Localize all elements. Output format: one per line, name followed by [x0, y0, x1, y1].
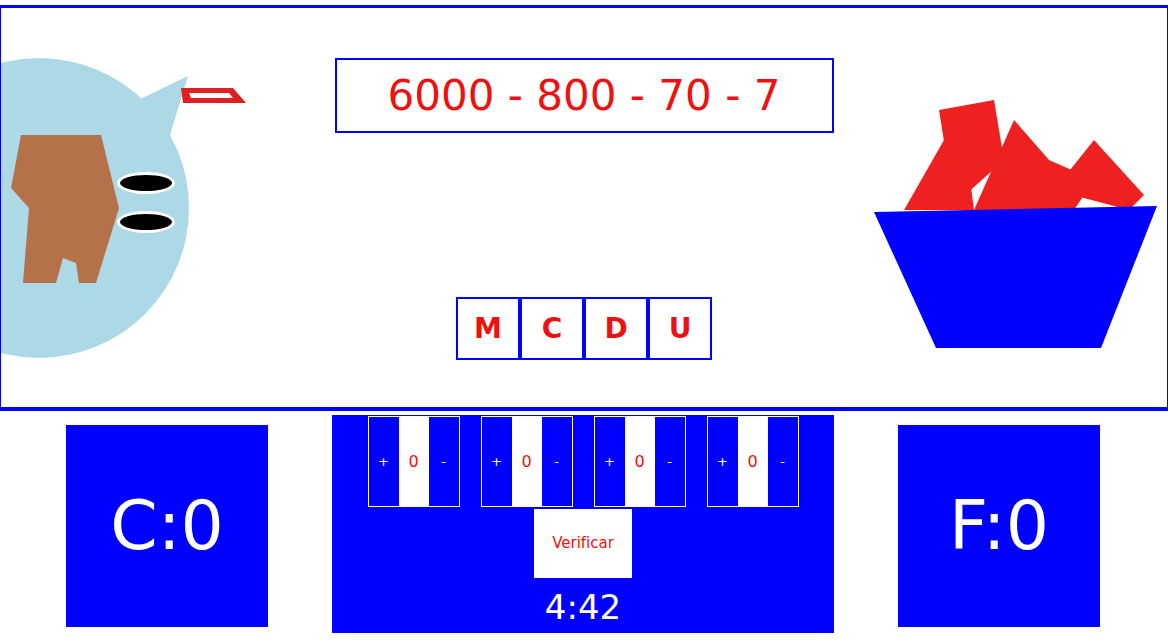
place-label: U [648, 297, 712, 360]
digit-spinner: +0- [481, 416, 573, 507]
expression-box: 6000 - 800 - 70 - 7 [335, 58, 834, 133]
increment-button[interactable]: + [369, 417, 399, 506]
decrement-button[interactable]: - [542, 417, 572, 506]
increment-button[interactable]: + [708, 417, 738, 506]
correct-score-box: C:0 [66, 425, 268, 627]
place-label: M [456, 297, 520, 360]
failed-score: F:0 [949, 475, 1049, 577]
failed-score-box: F:0 [898, 425, 1100, 627]
decrement-button[interactable]: - [655, 417, 685, 506]
digit-spinner: +0- [594, 416, 686, 507]
increment-button[interactable]: + [595, 417, 625, 506]
increment-button[interactable]: + [482, 417, 512, 506]
correct-score: C:0 [110, 475, 224, 577]
decrement-button[interactable]: - [768, 417, 798, 506]
digit-spinners: +0-+0-+0-+0- [368, 416, 799, 507]
verify-button[interactable]: Verificar [534, 509, 632, 578]
bird-character-icon [1, 58, 251, 368]
game-scene: 6000 - 800 - 70 - 7 MCDU [0, 5, 1168, 411]
digit-value: 0 [738, 417, 768, 506]
digit-value: 0 [399, 417, 429, 506]
basket-icon [874, 100, 1164, 352]
timer: 4:42 [545, 590, 621, 624]
place-label: D [584, 297, 648, 360]
answer-panel: +0-+0-+0-+0- Verificar 4:42 [332, 415, 834, 633]
decrement-button[interactable]: - [429, 417, 459, 506]
digit-value: 0 [512, 417, 542, 506]
place-label: C [520, 297, 584, 360]
place-value-labels: MCDU [456, 297, 712, 360]
digit-spinner: +0- [368, 416, 460, 507]
digit-spinner: +0- [707, 416, 799, 507]
digit-value: 0 [625, 417, 655, 506]
